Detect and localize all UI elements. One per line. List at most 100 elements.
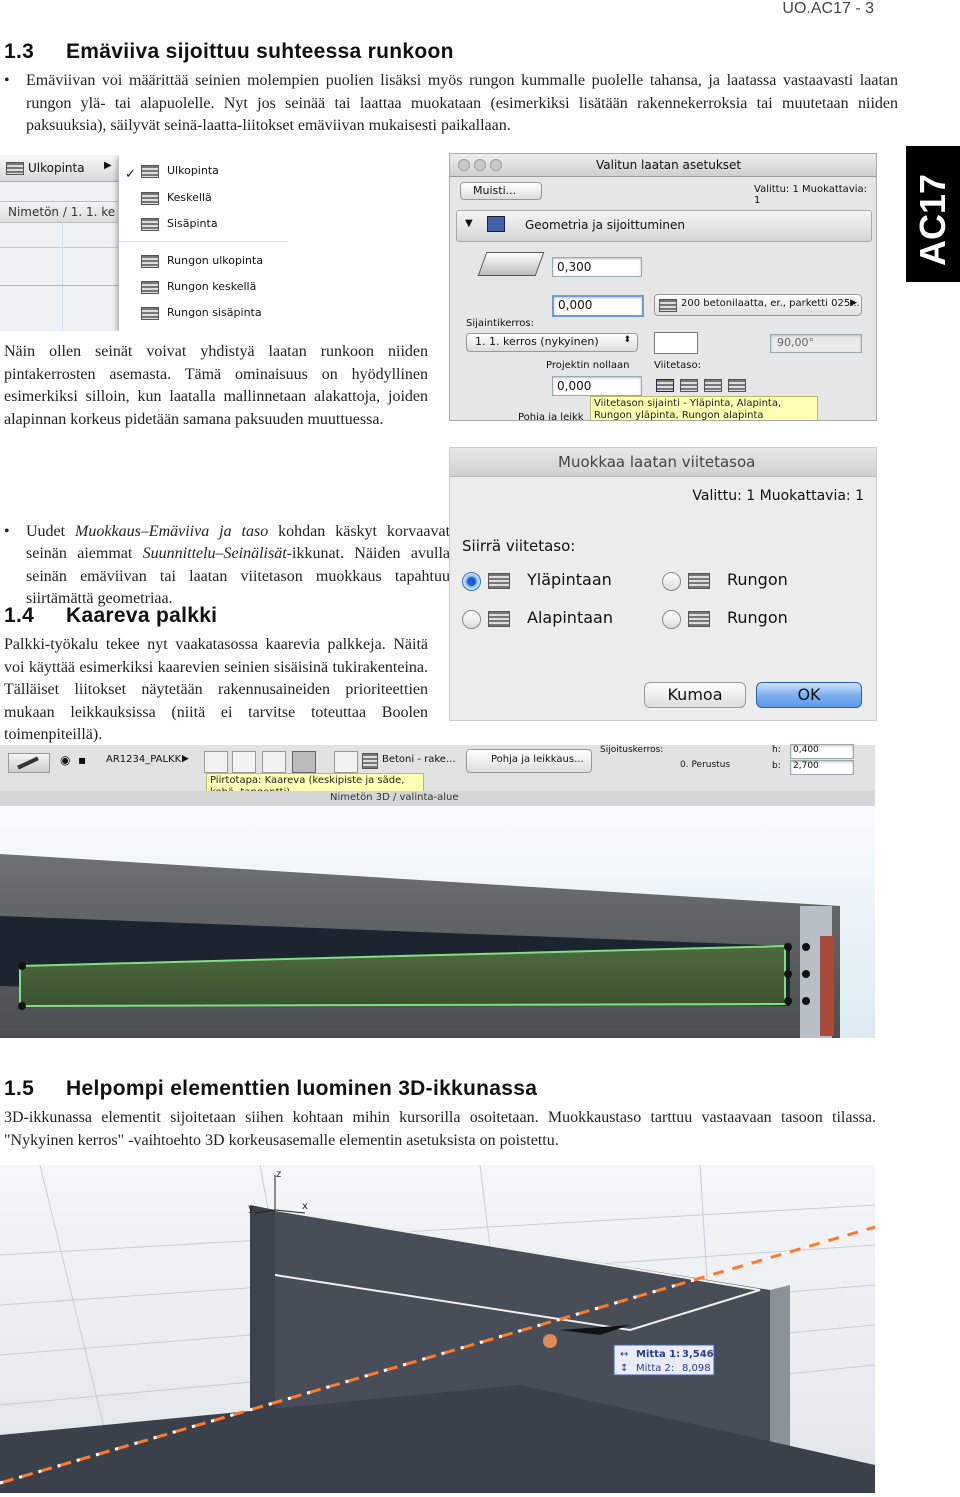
- curved-beam-icon[interactable]: [292, 751, 316, 773]
- angle-tool-icon[interactable]: [654, 332, 698, 354]
- radio-core-top[interactable]: [662, 572, 681, 591]
- option-label: Alapintaan: [527, 608, 613, 627]
- section-heading: 1.5 Helpompi elementtien luominen 3D-ikku…: [4, 1077, 537, 1101]
- paragraph: Palkki-työkalu tekee nyt vaakatasossa ka…: [4, 636, 428, 743]
- panel-title: Geometria ja sijoittuminen: [525, 218, 685, 232]
- section-heading: 1.4 Kaareva palkki: [4, 604, 217, 628]
- core-bottom-icon: [688, 611, 710, 627]
- menu-item[interactable]: Rungon ulkopinta: [141, 254, 281, 268]
- layer-swatch-icon: [141, 217, 159, 231]
- cancel-button[interactable]: Kumoa: [644, 682, 746, 708]
- measure-2-label: Mitta 2:: [636, 1363, 674, 1374]
- layer-name[interactable]: AR1234_PALKKI: [106, 754, 184, 765]
- section-number: 1.3: [4, 40, 35, 63]
- paragraph: 3D-ikkunassa elementit sijoitetaan siihe…: [4, 1109, 876, 1149]
- close-icon[interactable]: [458, 159, 470, 171]
- menu-divider: [119, 241, 288, 242]
- menu-item[interactable]: Ulkopinta: [141, 164, 281, 178]
- panel-header[interactable]: ▼ Geometria ja sijoittuminen: [456, 210, 872, 242]
- refline-dropdown[interactable]: Ulkopinta ▶: [0, 155, 118, 182]
- reference-buttons: [654, 376, 754, 394]
- height-label: h:: [772, 745, 781, 755]
- section-title: Emäviiva sijoittuu suhteessa runkoon: [66, 40, 454, 63]
- layer-eye-icon[interactable]: ◉: [60, 753, 70, 767]
- floor-plan-button[interactable]: Pohja ja leikkaus...: [466, 749, 592, 773]
- story-label: Sijoituskerros:: [600, 745, 664, 755]
- layer-swatch-icon: [141, 306, 159, 320]
- axis-y-label: y: [248, 1203, 254, 1214]
- geometry-method-buttons: [200, 749, 360, 773]
- dropdown-arrow-icon: ▶: [104, 160, 112, 171]
- selection-info: Valittu: 1 Muokattavia: 1: [754, 184, 868, 206]
- side-tab-label: AC17: [912, 173, 953, 266]
- menu-item[interactable]: Rungon keskellä: [141, 280, 281, 294]
- curved-beam-render: [0, 806, 875, 1038]
- ref-core-bottom-icon[interactable]: [728, 379, 746, 392]
- bottom-surface-icon: [488, 611, 510, 627]
- menu-item[interactable]: Keskellä: [141, 191, 281, 205]
- projection-label: Projektin nollaan: [546, 360, 630, 371]
- measure-arrow-icon: ↔: [620, 1349, 628, 1360]
- ref-bottom-icon[interactable]: [680, 379, 698, 392]
- refline-dropdown-label: Ulkopinta: [28, 161, 85, 175]
- beam-info-box: ◉ ▪ AR1234_PALKKI ▶ Betoni - rake... Poh…: [0, 744, 875, 807]
- width-input[interactable]: 2,700: [790, 760, 854, 775]
- height-input[interactable]: 0,400: [790, 744, 854, 759]
- layer-lock-icon[interactable]: ▪: [78, 753, 86, 767]
- radio-top[interactable]: [462, 572, 481, 591]
- reference-tooltip: Viitetason sijainti - Yläpinta, Alapinta…: [590, 396, 818, 420]
- story-select[interactable]: 1. 1. kerros (nykyinen) ⬍: [466, 333, 638, 352]
- section-number: 1.4: [4, 604, 35, 627]
- menu-item[interactable]: Sisäpinta: [141, 217, 281, 231]
- bullet-text: Emäviivan voi määrittää seinien molempie…: [26, 72, 898, 134]
- chained-beam-icon[interactable]: [232, 751, 256, 773]
- radio-bottom[interactable]: [462, 610, 481, 629]
- ok-button[interactable]: OK: [756, 682, 862, 708]
- material-swatch-icon: [659, 299, 677, 312]
- favorites-button[interactable]: Muisti...: [460, 182, 542, 200]
- material-selector[interactable]: Betoni - rake...: [382, 754, 456, 765]
- measure-1-label: Mitta 1:: [636, 1349, 680, 1360]
- offset-input[interactable]: 0,000: [552, 295, 644, 317]
- option-label: Rungon: [727, 570, 788, 589]
- bullet-paragraph: Emäviivan voi määrittää seinien molempie…: [4, 70, 898, 138]
- ref-top-icon[interactable]: [656, 379, 674, 392]
- ref-core-top-icon[interactable]: [704, 379, 722, 392]
- beam-tool-icon[interactable]: [8, 753, 50, 773]
- axis-z-label: z: [276, 1169, 281, 1180]
- selection-info: Valittu: 1 Muokattavia: 1: [692, 488, 864, 504]
- straight-beam-icon[interactable]: [204, 751, 228, 773]
- slab-thickness-icon: [477, 252, 545, 276]
- curved-beam-3d-view[interactable]: [0, 806, 875, 1038]
- thickness-input[interactable]: 0,300: [552, 257, 642, 277]
- anchor-point-icon[interactable]: [334, 751, 358, 773]
- wall-3d-render: z y x ↔ Mitta 1: 3,546 ↕ Mitta 2: 8,098: [0, 1165, 875, 1493]
- zoom-icon[interactable]: [490, 159, 502, 171]
- cut-panel-label: Pohja ja leikk: [518, 412, 584, 421]
- option-label: Rungon: [727, 608, 788, 627]
- wall-refline-menu-screenshot: Ulkopinta ▶ Nimetön / 1. 1. ke ✓ Ulkopin…: [0, 155, 288, 331]
- material-selector[interactable]: 200 betonilaatta, er., parketti 025... ▶: [654, 294, 862, 316]
- collapse-triangle-icon: ▼: [465, 218, 473, 229]
- menu-item[interactable]: Rungon sisäpinta: [141, 306, 281, 320]
- projection-input[interactable]: 0,000: [552, 376, 642, 396]
- measure-2-value: 8,098: [682, 1363, 711, 1374]
- core-top-icon: [688, 573, 710, 589]
- slab-settings-window: Valitun laatan asetukset Muisti... Valit…: [449, 153, 877, 421]
- layer-swatch-icon: [141, 191, 159, 205]
- element-3d-view[interactable]: z y x ↔ Mitta 1: 3,546 ↕ Mitta 2: 8,098: [0, 1165, 875, 1493]
- dropdown-arrow-icon: ▶: [850, 298, 857, 308]
- story-value[interactable]: 0. Perustus: [680, 760, 730, 770]
- radio-core-bottom[interactable]: [662, 610, 681, 629]
- title-bar: Valitun laatan asetukset: [450, 154, 876, 177]
- minimize-icon[interactable]: [474, 159, 486, 171]
- dialog-title: Muokkaa laatan viitetasoa: [558, 453, 756, 471]
- measure-arrow-icon: ↕: [620, 1363, 628, 1374]
- axis-x-label: x: [302, 1201, 308, 1212]
- edit-reference-dialog: Muokkaa laatan viitetasoa Valittu: 1 Muo…: [449, 447, 877, 721]
- section-title: Helpompi elementtien luominen 3D-ikkunas…: [66, 1077, 538, 1100]
- layer-swatch-icon: [141, 164, 159, 178]
- side-tab: AC17: [906, 146, 960, 282]
- angle-input[interactable]: 90,00°: [770, 334, 862, 353]
- rect-beam-icon[interactable]: [262, 751, 286, 773]
